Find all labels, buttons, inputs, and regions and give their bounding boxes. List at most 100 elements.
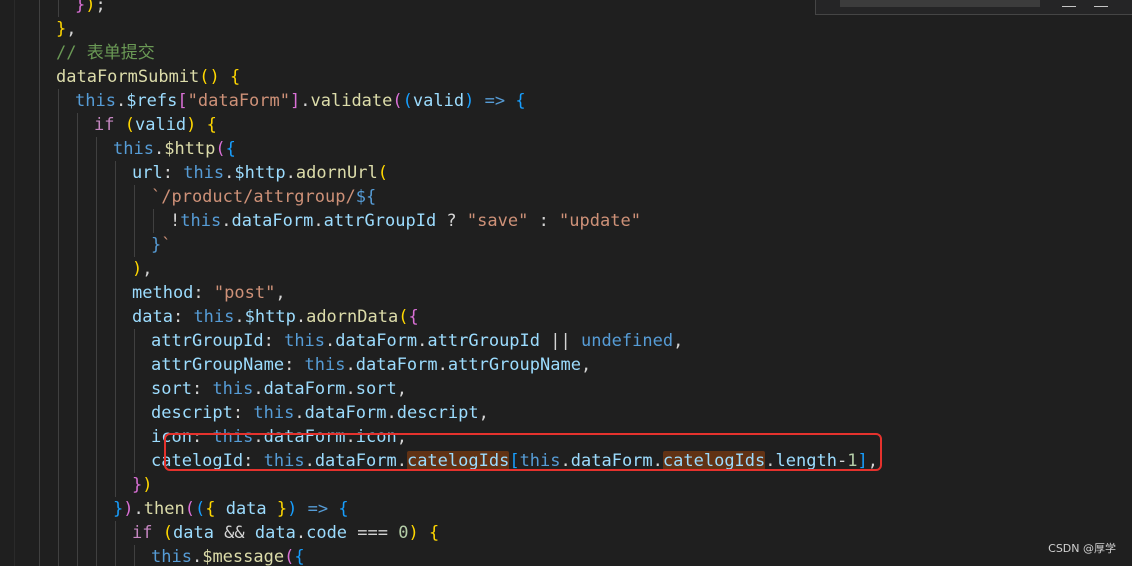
code-token: . [417, 331, 428, 351]
code-line[interactable]: ), [18, 257, 1132, 281]
indent-guide [96, 281, 97, 305]
code-line[interactable]: descript: this.dataForm.descript, [18, 401, 1132, 425]
indent-guide [39, 113, 40, 137]
indent-guide [39, 41, 40, 65]
code-token: { [294, 547, 305, 566]
code-line[interactable]: `/product/attrgroup/${ [18, 185, 1132, 209]
code-line[interactable]: }, [18, 17, 1132, 41]
code-token: ` [161, 235, 172, 255]
code-line[interactable]: this.$refs["dataForm"].validate((valid) … [18, 89, 1132, 113]
code-token: "save" [466, 211, 529, 231]
code-token: } [151, 235, 162, 255]
indent-guide [58, 185, 59, 209]
indent-guide [39, 257, 40, 281]
code-token: . [386, 403, 397, 423]
code-token: attrGroupId [151, 331, 264, 351]
indent-guide [58, 521, 59, 545]
indent-guide [39, 353, 40, 377]
indent-guide [77, 497, 78, 521]
indent-guide [58, 497, 59, 521]
indent-guide [77, 233, 78, 257]
code-token: , [275, 283, 286, 303]
code-line[interactable]: dataFormSubmit() { [18, 65, 1132, 89]
indent-guide [77, 545, 78, 566]
code-line[interactable]: !this.dataForm.attrGroupId ? "save" : "u… [18, 209, 1132, 233]
code-token: attrGroupName [151, 355, 285, 375]
indent-guide [77, 449, 78, 473]
code-line[interactable]: sort: this.dataForm.sort, [18, 377, 1132, 401]
indent-guide [77, 113, 78, 137]
code-token: "post" [213, 283, 276, 303]
indent-guide [115, 521, 116, 545]
code-token: , [673, 331, 684, 351]
code-token: . [153, 139, 165, 159]
code-token: . [437, 355, 448, 375]
code-token: ; [95, 0, 106, 15]
indent-guide [58, 0, 59, 17]
indent-guide [39, 185, 40, 209]
code-line[interactable]: if (data && data.code === 0) { [18, 521, 1132, 545]
code-token: { [225, 139, 236, 159]
code-token: ) [132, 259, 143, 279]
code-token: validate [310, 91, 393, 111]
code-token: () [199, 67, 220, 87]
code-line[interactable]: url: this.$http.adornUrl( [18, 161, 1132, 185]
code-token: { [428, 523, 440, 543]
indent-guide [115, 185, 116, 209]
code-line[interactable]: }) [18, 473, 1132, 497]
code-token: $http [234, 163, 286, 183]
code-line[interactable]: }); [18, 0, 1132, 17]
code-token: dataForm [335, 331, 418, 351]
indent-guide [96, 233, 97, 257]
code-line[interactable]: attrGroupName: this.dataForm.attrGroupNa… [18, 353, 1132, 377]
code-token: // 表单提交 [56, 43, 155, 63]
indent-guide [96, 473, 97, 497]
indent-guide [77, 425, 78, 449]
code-token: ( [398, 307, 409, 327]
indent-guide [115, 257, 116, 281]
indent-guide [39, 329, 40, 353]
code-line[interactable]: method: "post", [18, 281, 1132, 305]
indent-guide [96, 401, 97, 425]
code-line[interactable]: data: this.$http.adornData({ [18, 305, 1132, 329]
indent-guide [115, 545, 116, 566]
code-token: data [132, 307, 173, 327]
code-line[interactable]: this.$http({ [18, 137, 1132, 161]
code-token: : [191, 379, 213, 399]
code-token: 0 [398, 523, 409, 543]
indent-guide [77, 137, 78, 161]
indent-guide [39, 89, 40, 113]
code-token: sort [151, 379, 192, 399]
code-token: ${ [355, 187, 377, 207]
code-token: } [113, 499, 124, 519]
code-token: ) [186, 115, 197, 135]
code-line[interactable]: // 表单提交 [18, 41, 1132, 65]
code-token: : [172, 307, 194, 327]
code-token: . [285, 163, 296, 183]
code-token: attrGroupId [427, 331, 541, 351]
code-token: ? [436, 211, 467, 231]
code-token: } [56, 19, 67, 39]
code-line[interactable]: }).then(({ data }) => { [18, 497, 1132, 521]
code-line[interactable]: this.$message({ [18, 545, 1132, 566]
code-token: . [300, 91, 311, 111]
indent-guide [96, 377, 97, 401]
code-token: $refs [126, 91, 178, 111]
code-token: . [253, 379, 264, 399]
code-token: ) [287, 499, 298, 519]
code-line[interactable]: }` [18, 233, 1132, 257]
code-line[interactable]: if (valid) { [18, 113, 1132, 137]
indent-guide [39, 0, 40, 17]
indent-guide [115, 401, 116, 425]
code-token: : [263, 331, 285, 351]
indent-guide [77, 521, 78, 545]
code-token: then [143, 499, 185, 519]
indent-guide [39, 425, 40, 449]
indent-guide [134, 401, 135, 425]
indent-guide [134, 329, 135, 353]
code-token: data [254, 523, 296, 543]
indent-guide [39, 233, 40, 257]
code-line[interactable]: attrGroupId: this.dataForm.attrGroupId |… [18, 329, 1132, 353]
code-editor[interactable]: });},// 表单提交 dataFormSubmit() {this.$refs… [18, 0, 1132, 566]
